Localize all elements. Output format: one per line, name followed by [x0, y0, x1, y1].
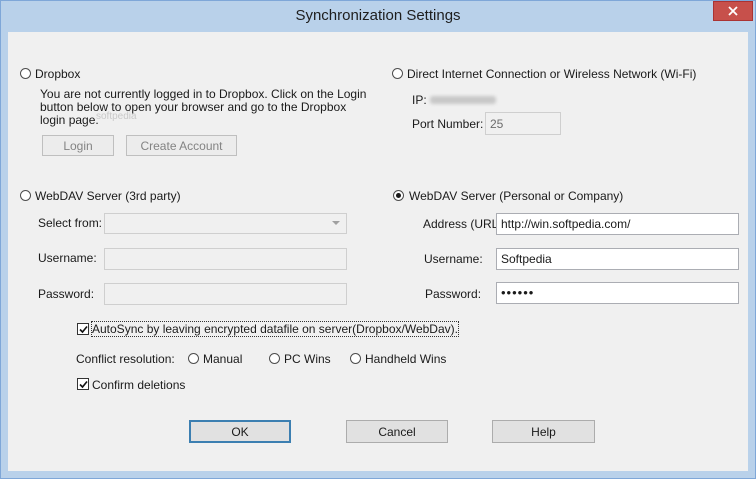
direct-connection-radio[interactable] — [392, 68, 403, 79]
checkmark-icon — [78, 325, 88, 333]
dialog-body: Dropbox You are not currently logged in … — [8, 32, 748, 471]
confirm-deletions-checkbox[interactable] — [77, 378, 89, 390]
dropbox-message-line1: You are not currently logged in to Dropb… — [40, 87, 367, 101]
close-icon — [728, 6, 738, 16]
autosync-label: AutoSync by leaving encrypted datafile o… — [91, 321, 459, 337]
chevron-down-icon — [332, 221, 340, 225]
conflict-manual-radio[interactable] — [188, 353, 199, 364]
conflict-pc-wins-label: PC Wins — [284, 352, 331, 366]
close-button[interactable] — [713, 1, 753, 21]
conflict-resolution-label: Conflict resolution: — [76, 352, 175, 366]
port-number-input[interactable] — [485, 112, 561, 135]
webdav-3rd-username-label: Username: — [38, 251, 97, 265]
address-url-label: Address (URL): — [423, 217, 506, 231]
ip-label: IP: — [412, 93, 427, 107]
webdav-3rd-password-label: Password: — [38, 287, 95, 301]
webdav-3rd-party-label: WebDAV Server (3rd party) — [35, 189, 181, 203]
address-url-input[interactable] — [496, 213, 739, 235]
login-button[interactable]: Login — [42, 135, 114, 156]
webdav-personal-password-input[interactable]: •••••• — [496, 282, 739, 304]
dropbox-radio[interactable] — [20, 68, 31, 79]
webdav-personal-username-input[interactable] — [496, 248, 739, 270]
select-from-label: Select from: — [38, 216, 103, 230]
dropbox-label: Dropbox — [35, 67, 81, 81]
webdav-personal-radio[interactable] — [393, 190, 404, 201]
webdav-personal-username-label: Username: — [424, 252, 483, 266]
cancel-button[interactable]: Cancel — [346, 420, 448, 443]
select-from-dropdown[interactable] — [104, 213, 347, 234]
confirm-deletions-label: Confirm deletions — [92, 378, 186, 392]
help-button[interactable]: Help — [492, 420, 595, 443]
title-bar[interactable]: Synchronization Settings — [1, 1, 755, 32]
ok-button[interactable]: OK — [189, 420, 291, 443]
autosync-checkbox[interactable] — [77, 323, 89, 335]
conflict-handheld-wins-label: Handheld Wins — [365, 352, 447, 366]
direct-connection-label: Direct Internet Connection or Wireless N… — [407, 67, 697, 81]
webdav-3rd-party-radio[interactable] — [20, 190, 31, 201]
conflict-pc-wins-radio[interactable] — [269, 353, 280, 364]
dialog-window: Synchronization Settings Dropbox You are… — [0, 0, 756, 479]
window-title: Synchronization Settings — [295, 7, 461, 24]
conflict-handheld-wins-radio[interactable] — [350, 353, 361, 364]
dropbox-message-line2: button below to open your browser and go… — [40, 100, 347, 114]
ip-value-blurred — [430, 96, 496, 104]
create-account-button[interactable]: Create Account — [126, 135, 237, 156]
webdav-3rd-password-input[interactable] — [104, 283, 347, 305]
webdav-personal-password-label: Password: — [425, 287, 482, 301]
softpedia-watermark: softpedia — [96, 111, 137, 122]
conflict-manual-label: Manual — [203, 352, 243, 366]
dropbox-message-line3: login page. — [40, 113, 99, 127]
webdav-3rd-username-input[interactable] — [104, 248, 347, 270]
checkmark-icon — [78, 380, 88, 388]
webdav-personal-label: WebDAV Server (Personal or Company) — [409, 189, 624, 203]
port-number-label: Port Number: — [412, 117, 484, 131]
